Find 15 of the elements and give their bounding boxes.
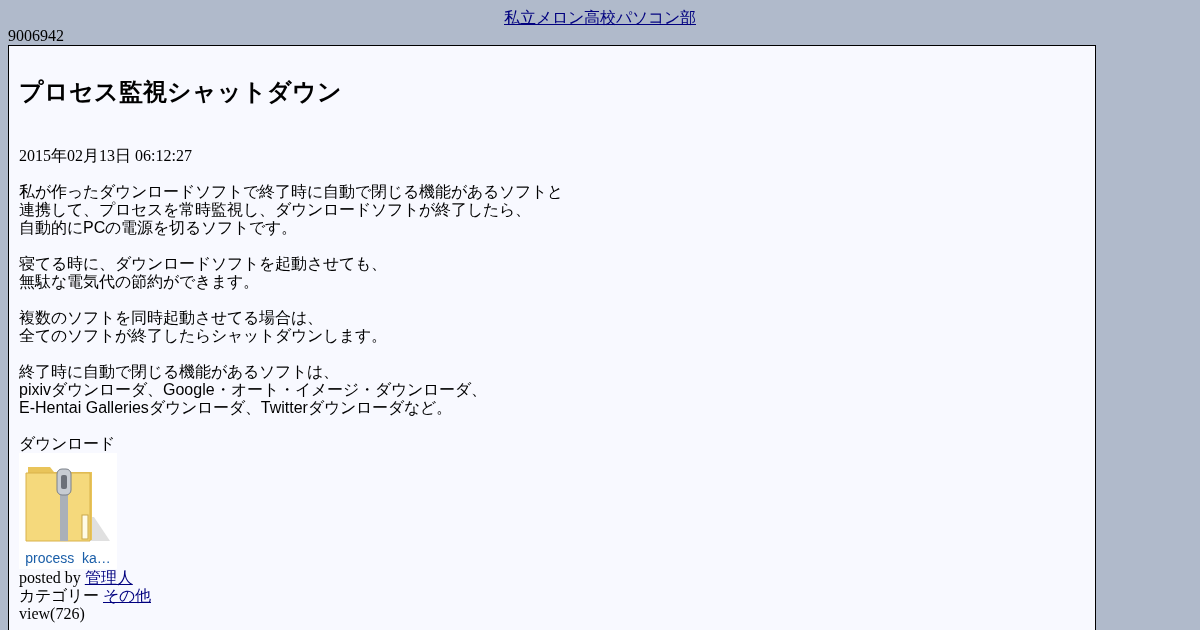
counter-text: 9006942: [8, 27, 64, 44]
post-date: 2015年02月13日 06:12:27: [19, 147, 192, 164]
paragraph: 私が作ったダウンロードソフトで終了時に自動で閉じる機能があるソフトと 連携して、プロセスを常時監視し、ダウンロードソフトが終了したら、 自動的にPCの電源を切るソフトです。: [19, 183, 564, 237]
paragraph: 複数のソフトを同時起動させてる場合は、 全てのソフトが終了したらシャットダウンします。: [19, 309, 388, 345]
site-link[interactable]: 私立メロン高校パソコン部: [504, 9, 696, 26]
paragraph: 寝てる時に、ダウンロードソフトを起動させても、 無駄な電気代の節約ができます。: [19, 255, 388, 291]
download-label: ダウンロード: [19, 435, 115, 452]
file-thumbnail[interactable]: process ka…: [19, 453, 117, 569]
article-title: プロセス監視シャットダウン: [19, 78, 343, 106]
posted-by-label: posted by: [19, 569, 81, 586]
paragraph: 終了時に自動で閉じる機能があるソフトは、 pixivダウンローダ、Google・オート・イメージ・ダウンローダ、 E-Hentai Galleriesダウンローダ、Twitterダウンローダなど。: [19, 363, 488, 417]
category-label: カテゴリー: [19, 587, 99, 604]
view-count: view(726): [19, 605, 85, 622]
author-link[interactable]: 管理人: [84, 569, 133, 586]
category-link[interactable]: その他: [103, 587, 151, 604]
